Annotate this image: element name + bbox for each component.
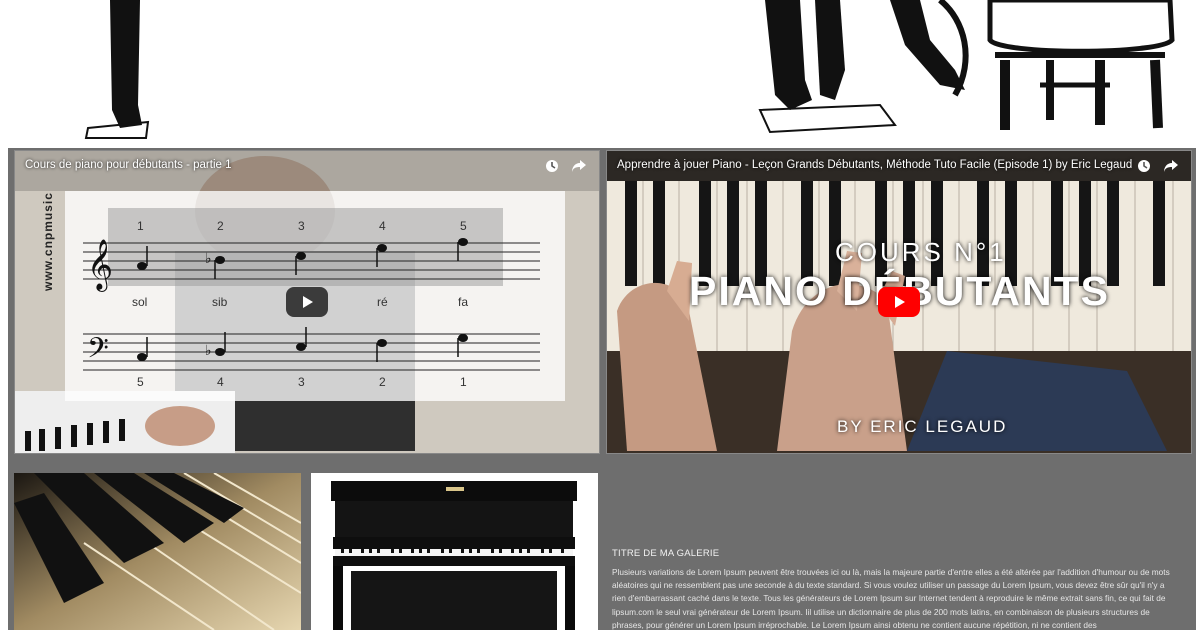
video-2-title[interactable]: Apprendre à jouer Piano - Leçon Grands D…: [617, 159, 1132, 171]
finger-number: 4: [379, 219, 386, 233]
share-icon[interactable]: [1163, 159, 1179, 173]
piano-keys-photo: [14, 473, 301, 630]
piano-player-cartoon: [84, 0, 1175, 139]
clock-icon[interactable]: [1137, 159, 1151, 173]
finger-number: 1: [460, 375, 467, 389]
clock-icon[interactable]: [545, 159, 559, 173]
finger-number: 1: [137, 219, 144, 233]
header-illustration: [0, 0, 1200, 145]
gallery-title: TITRE DE MA GALERIE: [612, 548, 720, 559]
finger-number: 2: [217, 219, 224, 233]
note-name: sol: [132, 295, 148, 309]
finger-number: 5: [460, 219, 467, 233]
upright-piano-photo: [331, 481, 577, 630]
youtube-play-button[interactable]: [878, 287, 920, 317]
play-button[interactable]: [286, 287, 328, 317]
share-icon[interactable]: [571, 159, 587, 173]
video-2-overlay-line1: COURS N°1: [835, 237, 1007, 267]
note-name: ré: [377, 295, 388, 309]
youtube-play-icon: [895, 296, 905, 308]
gallery-description: Plusieurs variations de Lorem Ipsum peuv…: [612, 567, 1170, 630]
note-name: fa: [458, 295, 469, 309]
finger-number: 2: [379, 375, 386, 389]
finger-number: 3: [298, 375, 305, 389]
video-2-overlay-line3: BY ERIC LEGAUD: [837, 417, 1008, 436]
video-1-title[interactable]: Cours de piano pour débutants - partie 1: [25, 159, 232, 171]
video-embed-2[interactable]: COURS N°1 PIANO DÉBUTANTS BY ERIC LEGAUD…: [606, 150, 1192, 454]
gallery-image-upright-piano[interactable]: [311, 473, 598, 630]
finger-number: 4: [217, 375, 224, 389]
finger-number: 5: [137, 375, 144, 389]
finger-number: 3: [298, 219, 305, 233]
note-name: sib: [212, 295, 228, 309]
video-embed-1[interactable]: 𝄞 𝄢 ♭ ♭ www.cnpmusic 1 2 3 4 5 sol sib r…: [14, 150, 600, 454]
play-icon: [303, 296, 313, 308]
gallery-image-piano-keys[interactable]: [14, 473, 301, 630]
